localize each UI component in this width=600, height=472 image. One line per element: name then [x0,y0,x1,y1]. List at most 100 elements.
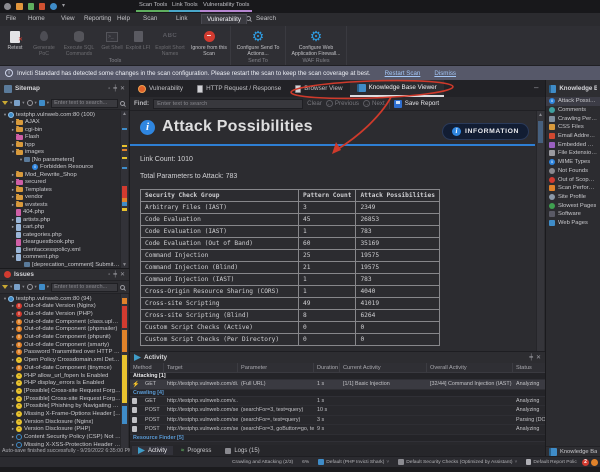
activity-row[interactable]: ⚡GEThttp://testphp.vulnweb.com/di...(Ful… [130,380,545,390]
table-row[interactable]: Cross-site Scripting4941019 [141,298,440,310]
issue-item[interactable]: ▸Content Security Policy (CSP) Not Im... [0,433,129,441]
tree-item[interactable]: [deprecation_comment] Submit:su... [0,261,129,268]
issues-search-input[interactable] [51,283,118,292]
kb-item-comments[interactable]: Comments [546,106,600,115]
visibility-caret-icon[interactable]: ▾ [35,100,37,106]
tab-activity[interactable]: Activity [132,446,173,455]
sitemap-scrollbar[interactable]: ▲▼ [120,111,128,268]
table-row[interactable]: Cross-site Scripting (Blind)86264 [141,310,440,322]
new-scan-icon[interactable] [16,3,23,10]
restart-scan-link[interactable]: Restart Scan [385,70,421,77]
minimize-icon[interactable]: – [534,83,538,92]
tree-item[interactable]: ▸cart.php [0,224,129,232]
tab-logs-15-[interactable]: Logs (15) [219,447,265,455]
tree-item[interactable]: ▾testphp.vulnweb.com:80 (94) [0,295,129,303]
tree-item[interactable]: ▸hpp [0,141,129,149]
table-row[interactable]: Code Evaluation4526853 [141,214,440,226]
tab-progress[interactable]: ≈Progress [175,447,217,455]
issue-item[interactable]: ▸Out-of-date Component (class.uploa... [0,318,129,326]
issue-item[interactable]: ▸PHP display_errors Is Enabled [0,379,129,387]
ribbon-tab-file[interactable]: File [6,15,16,22]
tree-item[interactable]: 404.php [0,209,129,217]
issue-item[interactable]: ▸Password Transmitted over HTTP [Var... [0,349,129,357]
statusbar-dropdown-default-php-invicti-shark-[interactable]: Default (PHP Invicti Shark)˅ [318,459,389,465]
kb-item-software[interactable]: Software [546,210,600,219]
table-row[interactable]: Custom Script Checks (Active)00 [141,322,440,334]
context-group-vulnerability-tools[interactable]: Vulnerability Tools [200,1,252,12]
tree-item[interactable]: iForbidden Resource [0,164,129,172]
tree-item[interactable]: ▾comment.php [0,254,129,262]
activity-group-header[interactable]: Attacking [1] [130,373,545,380]
kb-item-crawling-performance[interactable]: Crawling Performance [546,114,600,123]
tree-item[interactable]: ▸cgi-bin [0,126,129,134]
ribbon-tab-view[interactable]: View [61,15,75,22]
tree-item[interactable]: ▸secured [0,179,129,187]
open-file-icon[interactable] [28,3,34,10]
filter-caret-icon[interactable]: ▾ [10,100,12,106]
activity-row[interactable]: POSThttp://testphp.vulnweb.com/se...(sea… [130,425,545,435]
table-row[interactable]: Command Injection2519575 [141,250,440,262]
tree-item[interactable]: ▾[No parameters] [0,156,129,164]
issue-item[interactable]: ▸[Possible] Cross-site Request Forgery .… [0,387,129,395]
sitemap-search-icon[interactable] [120,101,125,106]
table-row[interactable]: Command Injection (Blind)2119575 [141,262,440,274]
tab-knowledge-base-viewer[interactable]: Knowledge Base Viewer [350,80,444,97]
retest-button[interactable]: Retest [1,27,29,57]
tree-item[interactable]: Flash [0,134,129,142]
activity-row[interactable]: GEThttp://testphp.vulnweb.com/v...1 sAna… [130,397,545,407]
dock-window-icon[interactable]: ▫ [108,272,110,278]
activity-column-overall-activity[interactable]: Overall Activity [427,363,513,372]
ribbon-tab-help[interactable]: Help [117,15,130,22]
tree-item[interactable]: ▸vendor [0,194,129,202]
filter-icon[interactable] [2,101,8,105]
import-icon[interactable] [39,3,45,10]
visibility-icon[interactable] [27,284,33,290]
context-group-scan-tools[interactable]: Scan Tools [136,1,170,12]
tab-browser-view[interactable]: Browser View [288,80,349,97]
tree-item[interactable]: clientaccesspolicy.xml [0,246,129,254]
ribbon-tab-link[interactable]: Link [176,15,188,22]
issue-item[interactable]: ▸Version Disclosure (Nginx) [0,418,129,426]
ribbon-search[interactable]: Search [246,15,276,22]
tree-item[interactable]: ▸AJAX [0,119,129,127]
activity-column-parameter[interactable]: Parameter [238,363,314,372]
sort-caret-icon[interactable]: ▾ [22,284,24,290]
group-caret-icon[interactable]: ▾ [47,100,49,106]
view-mode-icon[interactable] [14,100,20,106]
find-input[interactable] [153,99,303,109]
kb-item-web-pages[interactable]: Web Pages [546,219,600,228]
issue-item[interactable]: ▸[Possible] Cross-site Request Forgery .… [0,395,129,403]
issue-item[interactable]: ▸Out-of-date Version (Nginx) [0,303,129,311]
kb-bottom-tab[interactable]: Knowledge Base [546,446,600,456]
table-row[interactable]: Code Evaluation (IAST)1783 [141,226,440,238]
visibility-icon[interactable] [27,100,33,106]
issue-item[interactable]: ▸Open Policy Crossdomain.xml Detect... [0,356,129,364]
pause-icon[interactable] [50,3,57,10]
activity-column-target[interactable]: Target [164,363,238,372]
activity-column-current-activity[interactable]: Current Activity [340,363,427,372]
table-row[interactable]: Code Evaluation (Out of Band)6035169 [141,238,440,250]
close-icon[interactable]: ✕ [536,354,541,361]
dock-window-icon[interactable]: ▫ [108,86,110,92]
tree-item[interactable]: ▸artists.php [0,216,129,224]
kb-item-email-addresses[interactable]: Email Addresses [546,132,600,141]
kb-item-out-of-scope-links[interactable]: Out of Scope Links [546,175,600,184]
scroll-up-icon[interactable]: ▲ [537,112,544,118]
close-icon[interactable]: ✕ [120,271,125,278]
kb-item-not-founds[interactable]: Not Founds [546,167,600,176]
view-caret-icon[interactable]: ▾ [22,100,24,106]
kb-item-file-extensions[interactable]: File Extensions [546,149,600,158]
ignore-from-this-scan-button[interactable]: –Ignore from this Scan [189,27,229,57]
tree-item[interactable]: ▾images [0,149,129,157]
severity-badge[interactable] [591,459,598,466]
tab-vulnerability[interactable]: Vulnerability [131,80,190,97]
visibility-caret-icon[interactable]: ▾ [35,284,37,290]
configure-web-application-firewall-button[interactable]: ⚙Configure Web Application Firewall... [287,27,345,57]
activity-column-duration[interactable]: Duration [314,363,340,372]
clear-button[interactable]: Clear [307,100,322,107]
pin-icon[interactable]: ┿ [113,85,117,92]
issues-search-icon[interactable] [120,285,125,290]
issues-scrollbar[interactable] [120,294,128,448]
issue-item[interactable]: ▸Version Disclosure (PHP) [0,426,129,434]
context-group-link-tools[interactable]: Link Tools [169,1,201,12]
